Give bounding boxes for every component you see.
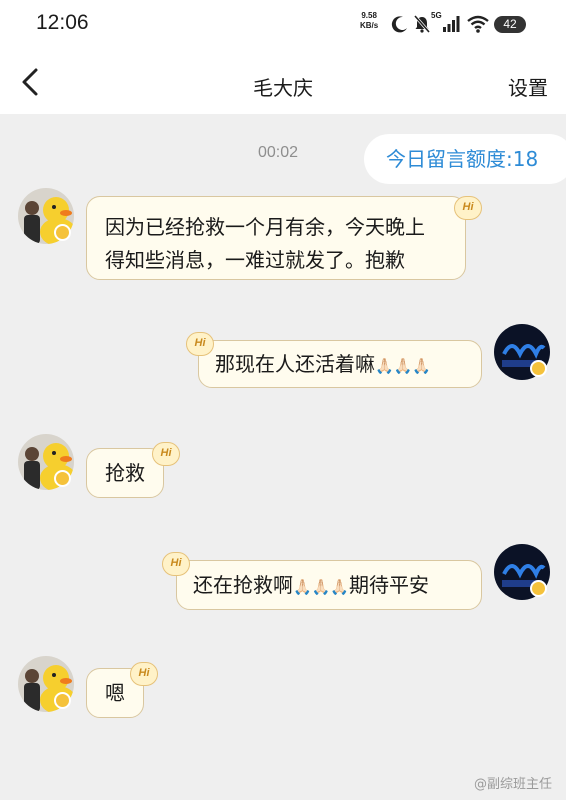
wifi-icon [467,15,489,33]
battery-indicator: 42 [494,16,526,33]
verified-badge-icon [54,470,71,487]
hi-badge-icon: Hi [454,196,482,220]
message-text: 期待平安 [349,573,430,597]
message-text: 嗯 [105,681,125,705]
hi-badge-icon: Hi [130,662,158,686]
hi-badge-icon: Hi [162,552,190,576]
do-not-disturb-moon-icon [391,16,407,33]
verified-badge-icon [54,224,71,241]
network-speed-value: 9.58 [361,11,377,20]
message-bubble: 还在抢救啊🙏🏻🙏🏻🙏🏻期待平安 [176,560,482,610]
message-text: 还在抢救啊 [193,573,293,597]
weibo-watermark: @副综班主任 [473,777,552,792]
network-speed-unit: KB/s [360,21,379,30]
praying-hands-emoji: 🙏🏻🙏🏻🙏🏻 [293,578,350,596]
verified-badge-icon [54,692,71,709]
message-text: 抢救 [105,461,145,485]
page-title: 毛大庆 [253,76,313,100]
network-speed: 9.58 KB/s [360,11,378,31]
message-bubble: 因为已经抢救一个月有余，今天晚上 得知些消息，一难过就发了。抱歉 [86,196,466,280]
nav-bar: 毛大庆 设置 [0,52,566,114]
praying-hands-emoji: 🙏🏻🙏🏻🙏🏻 [375,357,432,375]
message-text-line: 因为已经抢救一个月有余，今天晚上 [105,215,425,239]
signal-strength-icon [443,16,460,32]
message-timestamp: 00:02 [258,144,299,161]
hi-badge-icon: Hi [186,332,214,356]
message-text: 那现在人还活着嘛 [215,352,375,376]
message-quota-badge: 今日留言额度:18 [364,134,566,184]
settings-button[interactable]: 设置 [508,72,548,101]
message-text-line: 得知些消息，一难过就发了。抱歉 [105,248,405,272]
hi-badge-icon: Hi [152,442,180,466]
status-time: 12:06 [36,11,89,34]
message-bubble: 那现在人还活着嘛🙏🏻🙏🏻🙏🏻 [198,340,482,388]
muted-bell-icon [413,15,431,33]
verified-badge-icon [530,580,547,597]
verified-badge-icon [530,360,547,377]
status-bar: 12:06 9.58 KB/s 5G 42 [0,0,566,52]
